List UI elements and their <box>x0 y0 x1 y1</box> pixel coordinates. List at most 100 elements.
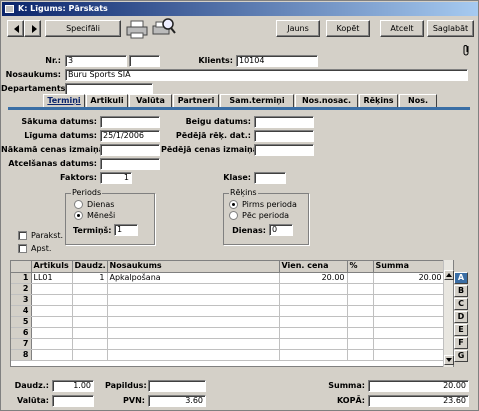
row-unit-price-cell[interactable] <box>279 338 348 350</box>
start-date-field[interactable] <box>100 116 160 128</box>
extra-field[interactable] <box>148 380 206 392</box>
row-percent-cell[interactable] <box>347 272 374 284</box>
period-months-radio[interactable] <box>74 211 83 220</box>
row-unit-price-cell[interactable] <box>279 283 348 295</box>
row-percent-cell[interactable] <box>347 316 374 328</box>
row-sum-cell[interactable] <box>373 283 445 295</box>
vat-field[interactable]: 3.60 <box>148 395 206 407</box>
tab-delivery-terms[interactable]: Nos.nosac. <box>295 94 358 108</box>
table-row[interactable]: 3 <box>11 294 445 306</box>
last-price-change-field[interactable] <box>254 144 314 156</box>
side-button-e[interactable]: E <box>454 324 468 336</box>
row-percent-cell[interactable] <box>347 327 374 339</box>
table-row[interactable]: 2 <box>11 283 445 295</box>
row-unit-price-cell[interactable]: 20.00 <box>279 272 348 284</box>
attachment-icon[interactable] <box>463 44 471 56</box>
col-percent-header[interactable]: % <box>347 261 374 273</box>
row-name-cell[interactable]: Apkalpošana <box>107 272 280 284</box>
row-qty-cell[interactable] <box>72 349 108 361</box>
row-qty-cell[interactable] <box>72 338 108 350</box>
row-name-cell[interactable] <box>107 338 280 350</box>
invoice-after-radio[interactable] <box>229 211 238 220</box>
row-article-cell[interactable] <box>31 316 73 328</box>
term-field[interactable]: 1 <box>114 224 138 236</box>
row-unit-price-cell[interactable] <box>279 305 348 317</box>
last-invoice-date-field[interactable] <box>254 130 314 142</box>
side-button-g[interactable]: G <box>454 350 468 362</box>
previous-record-button[interactable] <box>7 20 24 37</box>
row-sum-cell[interactable] <box>373 316 445 328</box>
save-button[interactable]: Saglabāt <box>427 20 474 37</box>
period-days-radio[interactable] <box>74 200 83 209</box>
tab-invoice[interactable]: Rēķins <box>359 94 398 108</box>
row-sum-cell[interactable] <box>373 305 445 317</box>
tab-currency[interactable]: Valūta <box>129 94 172 108</box>
tab-delivery[interactable]: Nos. <box>399 94 437 108</box>
side-button-f[interactable]: F <box>454 337 468 349</box>
row-unit-price-cell[interactable] <box>279 316 348 328</box>
invoice-before-radio[interactable] <box>229 200 238 209</box>
row-percent-cell[interactable] <box>347 338 374 350</box>
sum-field[interactable]: 20.00 <box>368 380 469 392</box>
row-name-cell[interactable] <box>107 327 280 339</box>
side-button-b[interactable]: B <box>454 285 468 297</box>
row-sum-cell[interactable]: 20.00 <box>373 272 445 284</box>
row-percent-cell[interactable] <box>347 294 374 306</box>
qty-total-field[interactable]: 1.00 <box>52 380 94 392</box>
row-percent-cell[interactable] <box>347 283 374 295</box>
total-field[interactable]: 23.60 <box>368 395 469 407</box>
row-sum-cell[interactable] <box>373 338 445 350</box>
next-record-button[interactable] <box>24 20 41 37</box>
row-qty-cell[interactable] <box>72 294 108 306</box>
row-article-cell[interactable]: LL01 <box>31 272 73 284</box>
row-article-cell[interactable] <box>31 338 73 350</box>
client-field[interactable]: 10104 <box>236 55 318 67</box>
row-sum-cell[interactable] <box>373 327 445 339</box>
new-button[interactable]: Jauns <box>276 20 320 37</box>
printer-icon[interactable] <box>125 19 149 39</box>
tab-partners[interactable]: Partneri <box>173 94 219 108</box>
row-sum-cell[interactable] <box>373 349 445 361</box>
name-field[interactable]: Buru Sports SIA <box>65 69 468 81</box>
class-field[interactable] <box>254 172 286 184</box>
nr-field[interactable]: 3 <box>65 55 127 67</box>
invoice-days-field[interactable]: 0 <box>269 224 293 236</box>
tab-payment-terms[interactable]: Sam.termiņi <box>220 94 294 108</box>
row-article-cell[interactable] <box>31 305 73 317</box>
grid-scrollbar[interactable] <box>443 260 454 367</box>
tab-articles[interactable]: Artikuli <box>86 94 128 108</box>
tab-terms[interactable]: Termiņi <box>43 94 85 108</box>
table-row[interactable]: 6 <box>11 327 445 339</box>
col-qty-header[interactable]: Daudz. <box>72 261 108 273</box>
side-button-a[interactable]: A <box>454 272 468 284</box>
row-qty-cell[interactable] <box>72 283 108 295</box>
row-article-cell[interactable] <box>31 283 73 295</box>
row-qty-cell[interactable] <box>72 316 108 328</box>
row-percent-cell[interactable] <box>347 349 374 361</box>
row-name-cell[interactable] <box>107 294 280 306</box>
cancel-button[interactable]: Atcelt <box>380 20 424 37</box>
col-unit-price-header[interactable]: Vien. cena <box>279 261 348 273</box>
col-name-header[interactable]: Nosaukums <box>107 261 280 273</box>
contract-date-field[interactable]: 25/1/2006 <box>100 130 160 142</box>
table-row[interactable]: 7 <box>11 338 445 350</box>
row-article-cell[interactable] <box>31 327 73 339</box>
signed-checkbox[interactable] <box>18 231 27 240</box>
scroll-up-button[interactable] <box>444 270 454 280</box>
col-article-header[interactable]: Artikuls <box>31 261 73 273</box>
row-name-cell[interactable] <box>107 283 280 295</box>
copy-button[interactable]: Kopēt <box>326 20 370 37</box>
row-name-cell[interactable] <box>107 349 280 361</box>
side-button-d[interactable]: D <box>454 311 468 323</box>
row-qty-cell[interactable] <box>72 305 108 317</box>
print-preview-icon[interactable] <box>151 16 177 40</box>
col-sum-header[interactable]: Summa <box>373 261 445 273</box>
side-button-c[interactable]: C <box>454 298 468 310</box>
row-unit-price-cell[interactable] <box>279 327 348 339</box>
row-sum-cell[interactable] <box>373 294 445 306</box>
nr-extra-field[interactable] <box>129 55 160 67</box>
row-unit-price-cell[interactable] <box>279 294 348 306</box>
approved-checkbox[interactable] <box>18 244 27 253</box>
table-row[interactable]: 1 LL01 1 Apkalpošana 20.00 20.00 <box>11 272 445 284</box>
row-qty-cell[interactable]: 1 <box>72 272 108 284</box>
